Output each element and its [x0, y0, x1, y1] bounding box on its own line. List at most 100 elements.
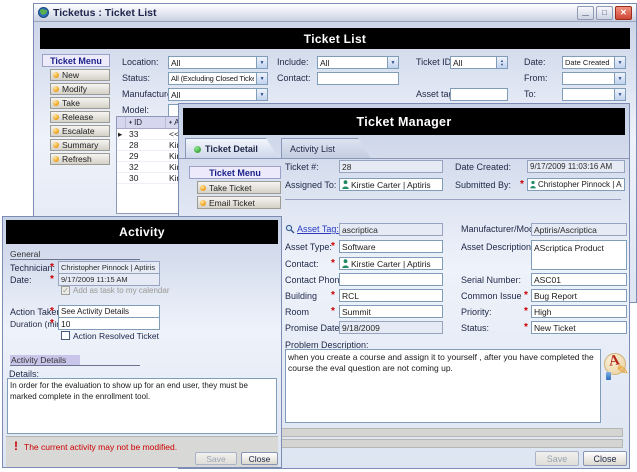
dropdown-arrow-icon[interactable]: ▼	[614, 73, 625, 84]
manufacturer-select[interactable]: All▼	[168, 88, 268, 101]
tab-activity-list[interactable]: Activity List	[281, 138, 371, 159]
dropdown-arrow-icon[interactable]: ▼	[256, 73, 267, 84]
resolved-checkbox-label: Action Resolved Ticket	[73, 331, 159, 341]
activity-date-field[interactable]: 9/17/2009 11:15 AM	[58, 273, 160, 286]
menu-item-release[interactable]: Release	[50, 111, 110, 123]
duration-field[interactable]: 10	[58, 317, 160, 330]
required-asterisk: *	[50, 274, 54, 285]
asset-tag-field[interactable]: ascriptica	[339, 223, 443, 236]
ticket-id-spinner[interactable]: All▴▾	[450, 56, 508, 69]
spinner-icon[interactable]: ▴▾	[496, 57, 507, 68]
spellcheck-icon[interactable]: A ✎	[603, 351, 629, 381]
asset-type-field[interactable]: Software	[339, 240, 443, 253]
serial-number-field[interactable]: ASC01	[531, 273, 627, 286]
menu-item-take-ticket[interactable]: Take Ticket	[197, 181, 281, 194]
contact-field[interactable]: Kirstie Carter | Aptiris	[339, 257, 443, 270]
submitted-by-label: Submitted By:	[455, 180, 511, 190]
dropdown-arrow-icon[interactable]: ▼	[387, 57, 398, 68]
to-label: To:	[524, 89, 536, 99]
maximize-button[interactable]: □	[596, 6, 613, 20]
dropdown-arrow-icon[interactable]: ▼	[256, 89, 267, 100]
model-label: Model:	[122, 105, 149, 115]
active-tab-dot-icon	[194, 146, 201, 153]
menu-item-new[interactable]: New	[50, 69, 110, 81]
dropdown-arrow-icon[interactable]: ▼	[614, 57, 625, 68]
menu-item-take[interactable]: Take	[50, 97, 110, 109]
section-divider	[285, 199, 621, 200]
title-bar[interactable]: Ticketus : Ticket List — □ ✕	[34, 4, 636, 22]
ticket-menu-panel: Ticket Menu New Modify Take Release Esca…	[42, 54, 110, 165]
problem-description-textarea[interactable]: when you create a course and assign it t…	[285, 349, 601, 423]
ticket-no-field[interactable]: 28	[339, 160, 443, 173]
close-button[interactable]: ✕	[615, 6, 632, 20]
menu-item-email-ticket[interactable]: Email Ticket	[197, 196, 281, 209]
priority-label: Priority:	[461, 307, 492, 317]
row-selector-icon: ▸	[117, 129, 126, 139]
save-button[interactable]: Save	[535, 451, 579, 466]
dropdown-arrow-icon[interactable]: ▼	[256, 57, 267, 68]
bullet-icon	[53, 156, 59, 162]
status-field[interactable]: New Ticket	[531, 321, 627, 334]
building-label: Building	[285, 291, 317, 301]
tab-ticket-detail[interactable]: Ticket Detail	[185, 138, 279, 159]
contact-phone-field[interactable]	[339, 273, 443, 286]
bullet-icon	[53, 100, 59, 106]
menu-item-modify[interactable]: Modify	[50, 83, 110, 95]
include-select[interactable]: All▼	[317, 56, 399, 69]
assigned-to-label: Assigned To:	[285, 180, 336, 190]
dropdown-arrow-icon[interactable]: ▼	[614, 89, 625, 100]
asset-tag-link[interactable]: Asset Tag:	[297, 224, 339, 234]
close-button[interactable]: Close	[583, 451, 627, 466]
date-created-label: Date Created:	[455, 162, 511, 172]
contact-input[interactable]	[317, 72, 399, 85]
magnifier-icon	[285, 224, 295, 234]
building-field[interactable]: RCL	[339, 289, 443, 302]
include-label: Include:	[277, 57, 309, 67]
common-issue-field[interactable]: Bug Report	[531, 289, 627, 302]
save-button[interactable]: Save	[195, 452, 237, 465]
asset-tag-input[interactable]	[450, 88, 508, 101]
sort-icon: ♦	[129, 120, 132, 126]
menu-item-refresh[interactable]: Refresh	[50, 153, 110, 165]
to-select[interactable]: ▼	[562, 88, 626, 101]
manufacturer-model-field[interactable]: Aptiris/Ascriptica	[531, 223, 627, 236]
ticket-menu-title: Ticket Menu	[42, 54, 110, 67]
bullet-icon	[53, 114, 59, 120]
calendar-checkbox[interactable]: ✓	[61, 286, 70, 295]
priority-field[interactable]: High	[531, 305, 627, 318]
room-label: Room	[285, 307, 309, 317]
minimize-icon: —	[582, 12, 589, 19]
close-button[interactable]: Close	[241, 452, 278, 465]
minimize-button[interactable]: —	[577, 6, 594, 20]
ticket-manager-header: Ticket Manager	[183, 108, 625, 135]
promise-date-field[interactable]: 9/18/2009	[339, 321, 443, 334]
date-select[interactable]: Date Created▼	[562, 56, 626, 69]
status-panel: ! The current activity may not be modifi…	[6, 436, 278, 467]
date-created-field[interactable]: 9/17/2009 11:03:16 AM	[527, 160, 625, 173]
id-column-header[interactable]: ♦ID	[126, 117, 166, 128]
asset-description-field[interactable]: AScriptica Product	[531, 240, 627, 270]
details-textarea[interactable]: In order for the evaluation to show up f…	[7, 378, 277, 434]
person-icon	[342, 259, 349, 268]
person-icon	[342, 180, 349, 189]
room-field[interactable]: Summit	[339, 305, 443, 318]
asset-type-label: Asset Type:	[285, 242, 332, 252]
from-select[interactable]: ▼	[562, 72, 626, 85]
bullet-icon	[53, 72, 59, 78]
submitted-by-field[interactable]: Christopher Pinnock | Apti...	[527, 178, 625, 191]
menu-item-summary[interactable]: Summary	[50, 139, 110, 151]
ticket-manager-menu-panel: Ticket Menu Take Ticket Email Ticket	[189, 166, 281, 209]
required-asterisk: *	[524, 290, 528, 301]
required-asterisk: *	[50, 318, 54, 329]
assigned-to-field[interactable]: Kirstie Carter | Aptiris	[339, 178, 443, 191]
activity-details-section-line	[10, 365, 140, 366]
ticket-list-header: Ticket List	[40, 28, 630, 49]
status-label: Status:	[122, 73, 150, 83]
menu-item-escalate[interactable]: Escalate	[50, 125, 110, 137]
warning-icon: !	[14, 440, 18, 452]
required-asterisk: *	[331, 258, 335, 269]
resolved-checkbox[interactable]	[61, 331, 70, 340]
date-label: Date:	[524, 57, 546, 67]
status-select[interactable]: All (Excluding Closed Tickets)▼	[168, 72, 268, 85]
location-select[interactable]: All▼	[168, 56, 268, 69]
